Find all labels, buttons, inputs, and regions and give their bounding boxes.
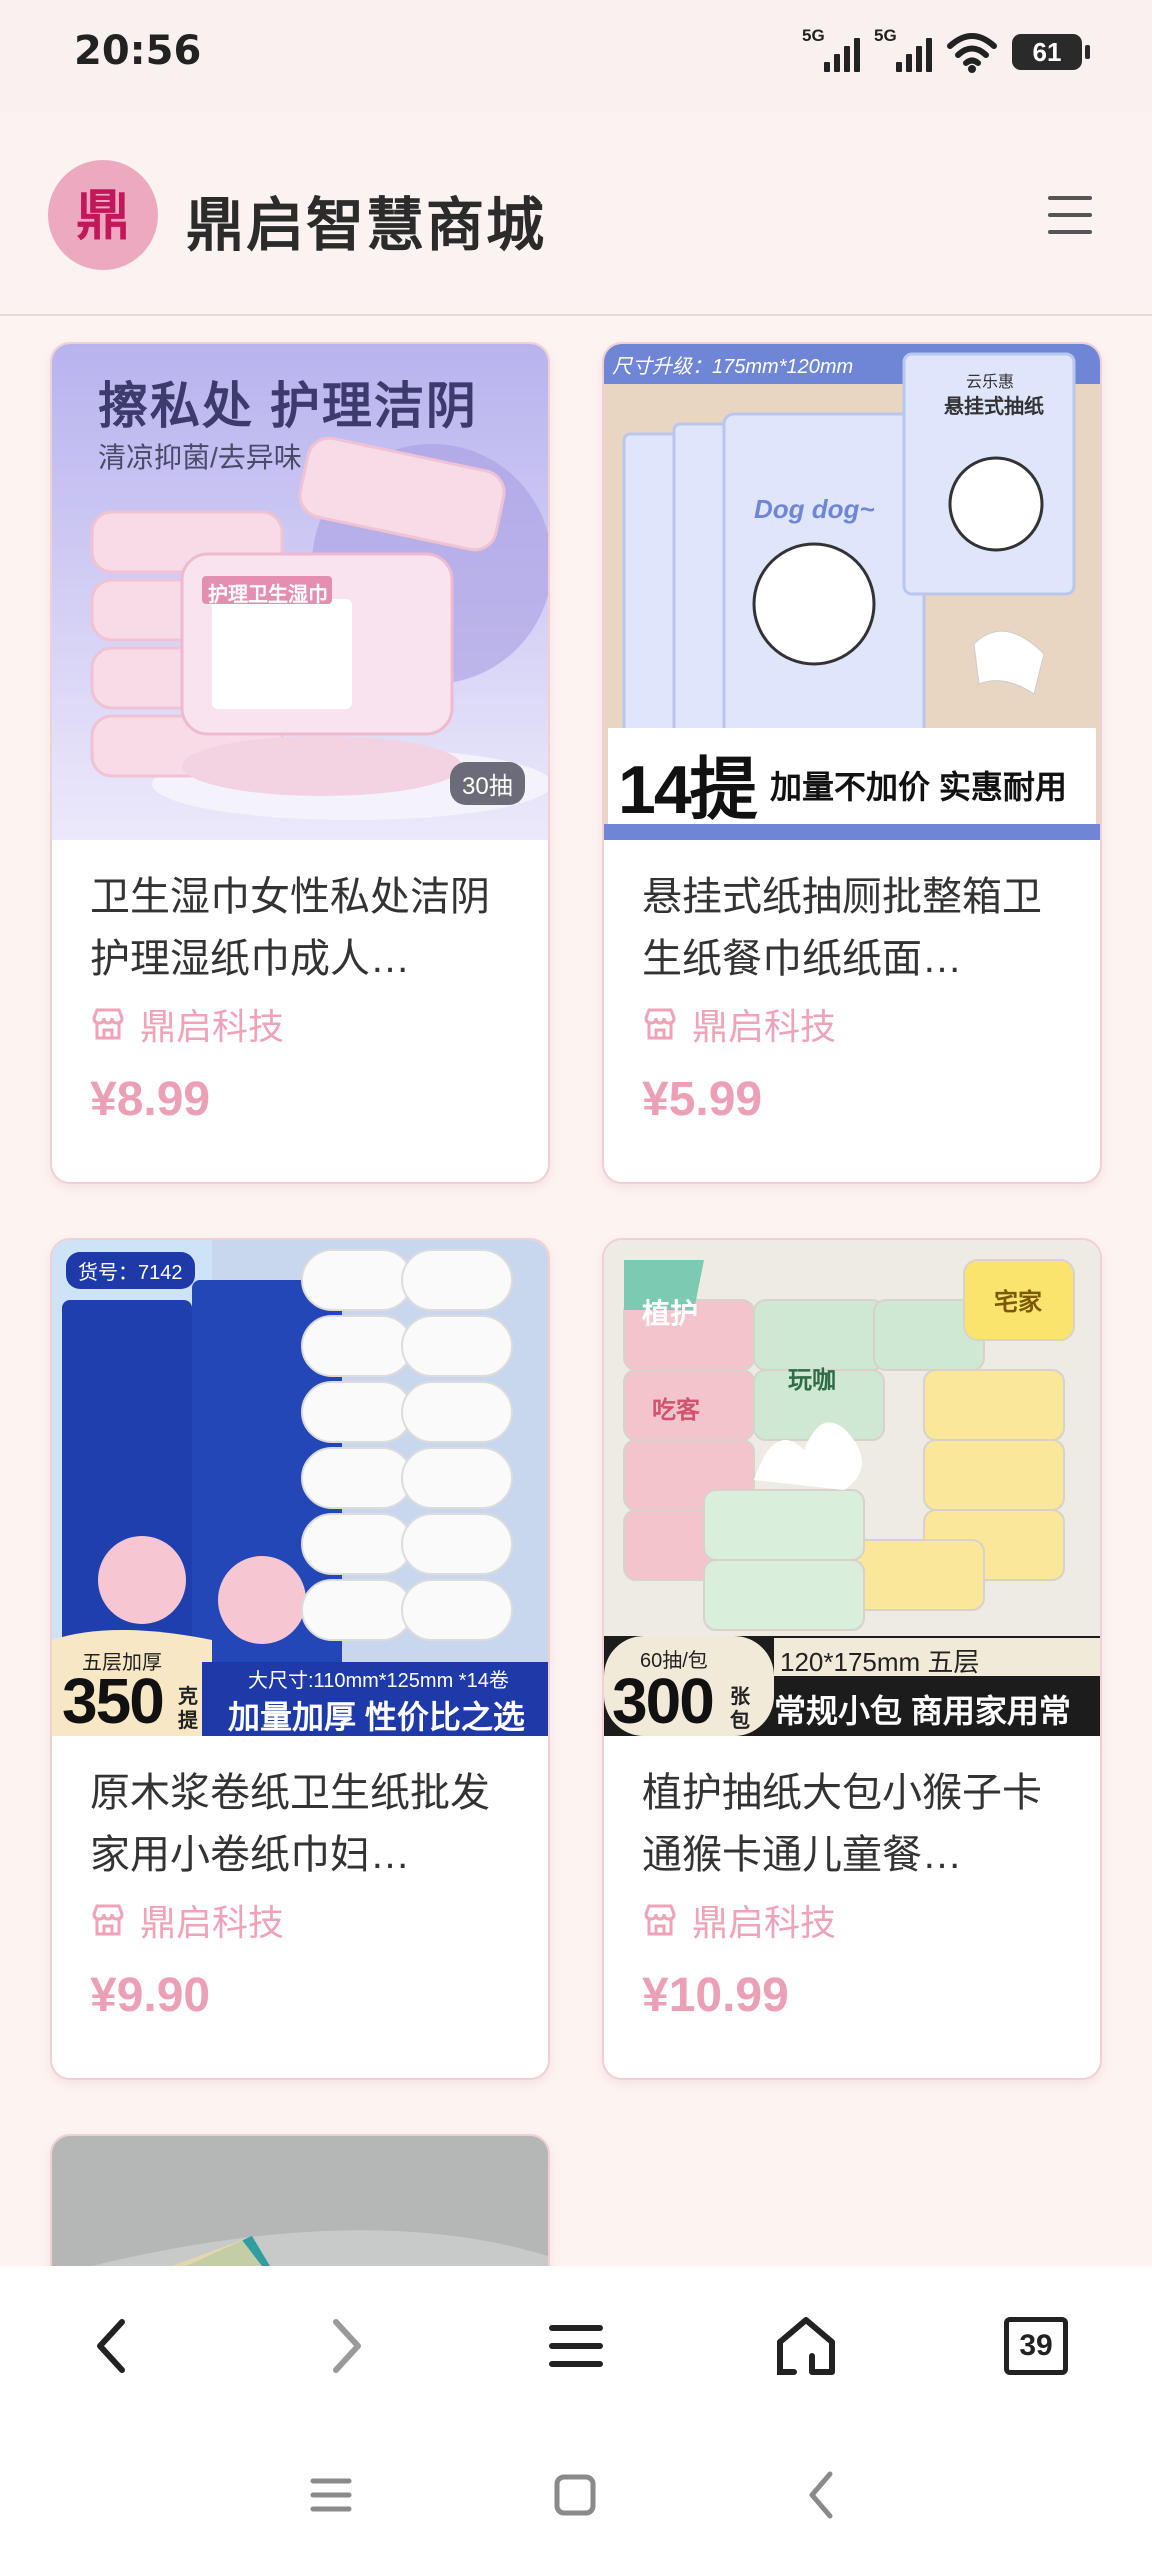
status-bar: 20:56 5G 5G 61: [0, 0, 1152, 112]
app-header: 鼎 鼎启智慧商城: [0, 112, 1152, 316]
product-price: ¥10.99: [642, 1969, 789, 2022]
forward-button[interactable]: [306, 2306, 386, 2386]
dog-caption: Dog dog~: [754, 494, 875, 524]
image-slogan: 加量不加价 实惠耐用: [770, 769, 1067, 805]
shop-icon: [92, 1008, 124, 1040]
product-title[interactable]: 卫生湿巾女性私处洁阴护理湿纸巾成人…: [90, 866, 520, 990]
tab-count: 39: [1019, 2329, 1053, 2362]
back-button[interactable]: [72, 2306, 152, 2386]
product-card[interactable]: 货号：7142 五层加厚 350 克 提 大尺寸:110mm*125mm *14…: [50, 1238, 550, 2080]
shop-name[interactable]: 鼎启科技: [642, 1002, 836, 1047]
shop-name[interactable]: 鼎启科技: [90, 1898, 284, 1943]
tab-count-icon: 39: [1004, 2317, 1068, 2375]
recents-button[interactable]: [296, 2460, 366, 2530]
shop-label: 鼎启科技: [692, 1902, 837, 1943]
image-headline: 擦私处 护理洁阴: [98, 378, 478, 434]
product-price: ¥8.99: [90, 1073, 211, 1126]
status-icons: 5G 5G 61: [802, 26, 1090, 76]
page-title: 鼎启智慧商城: [186, 193, 547, 258]
home-button[interactable]: [766, 2306, 846, 2386]
pack-label: 护理卫生湿巾: [208, 584, 328, 606]
browser-toolbar: 39: [0, 2266, 1152, 2430]
shop-icon: [644, 1008, 676, 1040]
brand-logo[interactable]: 鼎: [48, 160, 158, 270]
sheet-unit-bottom: 包: [730, 1710, 750, 1732]
back-system-button[interactable]: [786, 2460, 856, 2530]
image-subline: 清凉抑菌/去异味: [98, 442, 302, 473]
box-brand: 云乐惠: [966, 374, 1015, 391]
wifi-icon: [947, 33, 997, 73]
product-title[interactable]: 悬挂式纸抽厕批整箱卫生纸餐巾纸纸面…: [642, 866, 1072, 990]
size-label: 大尺寸:110mm*125mm *14卷: [248, 1670, 509, 1692]
pack-name-c: 宅家: [994, 1289, 1042, 1316]
product-title[interactable]: 原木浆卷纸卫生纸批发家用小卷纸巾妇…: [90, 1762, 520, 1886]
product-title[interactable]: 植护抽纸大包小猴子卡通猴卡通儿童餐…: [642, 1762, 1072, 1886]
box-label: 悬挂式抽纸: [944, 396, 1044, 418]
brand-tag: 植护: [642, 1298, 699, 1329]
size-label: 120*175mm 五层: [780, 1647, 980, 1677]
chevron-left-icon: [97, 2319, 125, 2373]
shop-label: 鼎启科技: [692, 1006, 837, 1047]
item-number-tag: 货号：7142: [66, 1252, 195, 1289]
pack-name-b: 玩咖: [788, 1367, 836, 1394]
product-price: ¥9.90: [90, 1969, 211, 2022]
product-card[interactable]: 植护 吃客 玩咖 宅家 60抽/包 300 张 包 120*175mm 五层 常…: [602, 1238, 1102, 2080]
product-card[interactable]: 擦私处 护理洁阴 清凉抑菌/去异味 护理卫生湿巾 30抽 卫生湿巾女性私处洁阴护…: [50, 342, 550, 1184]
count-badge: 30抽: [450, 762, 525, 805]
size-tag: 尺寸升级：175mm*120mm: [612, 356, 854, 378]
home-icon: [777, 2317, 835, 2375]
recents-icon: [310, 2478, 352, 2512]
shop-label: 鼎启科技: [140, 1006, 285, 1047]
product-image[interactable]: 尺寸升级：175mm*120mm 云乐惠 悬挂式抽纸 Dog dog~ 14提 …: [604, 344, 1100, 840]
sheet-count-number: 300: [612, 1665, 715, 1736]
weight-unit-bottom: 提: [178, 1710, 198, 1732]
network-type-label-2: 5G: [874, 26, 897, 45]
menu-icon: [549, 2325, 603, 2367]
tabs-button[interactable]: 39: [996, 2306, 1076, 2386]
weight-number: 350: [62, 1665, 165, 1736]
shop-icon: [644, 1904, 676, 1936]
product-card[interactable]: 尺寸升级：175mm*120mm 云乐惠 悬挂式抽纸 Dog dog~ 14提 …: [602, 342, 1102, 1184]
pack-count: 14提: [618, 752, 758, 828]
network-type-label: 5G: [802, 26, 825, 45]
shop-name[interactable]: 鼎启科技: [90, 1002, 284, 1047]
pack-name-a: 吃客: [652, 1397, 700, 1424]
battery-icon: 61: [1012, 34, 1090, 70]
image-slogan: 常规小包 商用家用常备: [774, 1693, 1071, 1729]
menu-button[interactable]: [536, 2306, 616, 2386]
product-image[interactable]: 货号：7142 五层加厚 350 克 提 大尺寸:110mm*125mm *14…: [52, 1240, 548, 1736]
home-system-button[interactable]: [540, 2460, 610, 2530]
shop-label: 鼎启科技: [140, 1902, 285, 1943]
signal-icon: 5G: [802, 26, 860, 74]
system-nav-bar: [0, 2430, 1152, 2560]
shop-name[interactable]: 鼎启科技: [642, 1898, 836, 1943]
shop-icon: [92, 1904, 124, 1936]
square-home-icon: [554, 2474, 596, 2516]
back-arrow-icon: [809, 2471, 833, 2519]
chevron-right-icon: [333, 2319, 361, 2373]
product-image[interactable]: 擦私处 护理洁阴 清凉抑菌/去异味 护理卫生湿巾 30抽: [52, 344, 548, 840]
image-slogan: 加量加厚 性价比之选: [228, 1699, 525, 1735]
status-time: 20:56: [74, 28, 202, 74]
product-image[interactable]: 植护 吃客 玩咖 宅家 60抽/包 300 张 包 120*175mm 五层 常…: [604, 1240, 1100, 1736]
hamburger-menu-icon[interactable]: [1048, 196, 1092, 234]
signal-icon-2: 5G: [874, 26, 932, 74]
product-price: ¥5.99: [642, 1073, 763, 1126]
